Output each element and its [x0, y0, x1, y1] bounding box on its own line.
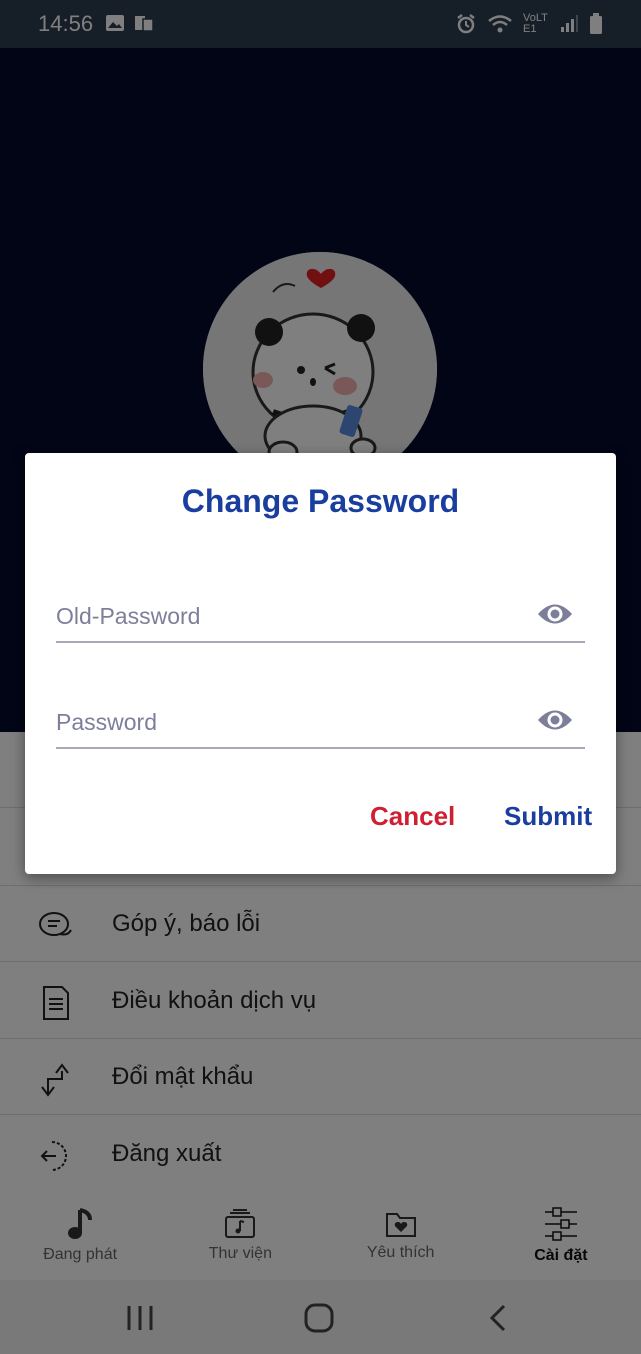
change-password-dialog: Change Password Cancel Submit [25, 453, 616, 874]
cancel-button[interactable]: Cancel [370, 801, 455, 832]
password-input[interactable] [56, 699, 526, 745]
eye-icon[interactable] [537, 601, 573, 627]
dialog-title: Change Password [181, 483, 460, 519]
submit-button[interactable]: Submit [504, 801, 592, 832]
old-password-input[interactable] [56, 593, 526, 639]
eye-icon[interactable] [537, 707, 573, 733]
old-password-field [56, 593, 585, 643]
new-password-field [56, 699, 585, 749]
